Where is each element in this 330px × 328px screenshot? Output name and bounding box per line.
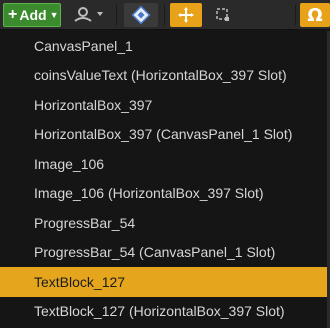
add-button-label: Add <box>19 7 47 23</box>
list-item-label: coinsValueText (HorizontalBox_397 Slot) <box>34 67 287 84</box>
toolbar-separator <box>295 5 296 25</box>
chevron-down-icon: ▼ <box>49 10 59 20</box>
diamond-icon <box>131 5 151 25</box>
widget-dropdown-icon <box>74 7 103 22</box>
plus-icon: + <box>8 6 18 23</box>
list-item[interactable]: Image_106 <box>0 149 330 179</box>
widget-list: CanvasPanel_1 coinsValueText (HorizontalB… <box>0 31 330 326</box>
move-anchor-button[interactable] <box>170 3 202 27</box>
list-item-label: ProgressBar_54 <box>34 214 136 231</box>
list-item-label: Image_106 <box>34 155 105 172</box>
list-item[interactable]: HorizontalBox_397 (CanvasPanel_1 Slot) <box>0 120 330 150</box>
list-item[interactable]: Image_106 (HorizontalBox_397 Slot) <box>0 179 330 209</box>
list-item[interactable]: CanvasPanel_1 <box>0 31 330 61</box>
list-item-label: TextBlock_127 (HorizontalBox_397 Slot) <box>34 303 285 320</box>
move-anchor-icon <box>178 7 194 23</box>
diamond-button[interactable] <box>124 3 158 27</box>
widget-dropdown-button[interactable] <box>66 3 112 27</box>
omega-button[interactable]: Ω <box>300 3 330 27</box>
toolbar-separator <box>116 5 117 25</box>
list-item[interactable]: HorizontalBox_397 <box>0 90 330 120</box>
list-item-label: HorizontalBox_397 (CanvasPanel_1 Slot) <box>34 126 293 143</box>
list-item-label: ProgressBar_54 (CanvasPanel_1 Slot) <box>34 244 276 261</box>
toolbar: + Add ▼ Ω <box>0 0 330 30</box>
list-item-label: Image_106 (HorizontalBox_397 Slot) <box>34 185 264 202</box>
list-item[interactable]: TextBlock_127 (HorizontalBox_397 Slot) <box>0 297 330 327</box>
select-frame-icon <box>216 8 229 21</box>
list-item-label: TextBlock_127 <box>34 273 126 290</box>
omega-icon: Ω <box>307 4 323 26</box>
select-frame-button[interactable] <box>208 3 238 27</box>
list-item-label: HorizontalBox_397 <box>34 96 153 113</box>
list-item-label: CanvasPanel_1 <box>34 37 133 54</box>
toolbar-separator <box>164 5 165 25</box>
add-button[interactable]: + Add ▼ <box>3 3 61 27</box>
list-item[interactable]: TextBlock_127 <box>0 267 330 297</box>
list-item[interactable]: ProgressBar_54 <box>0 208 330 238</box>
list-item[interactable]: coinsValueText (HorizontalBox_397 Slot) <box>0 61 330 91</box>
list-item[interactable]: ProgressBar_54 (CanvasPanel_1 Slot) <box>0 238 330 268</box>
